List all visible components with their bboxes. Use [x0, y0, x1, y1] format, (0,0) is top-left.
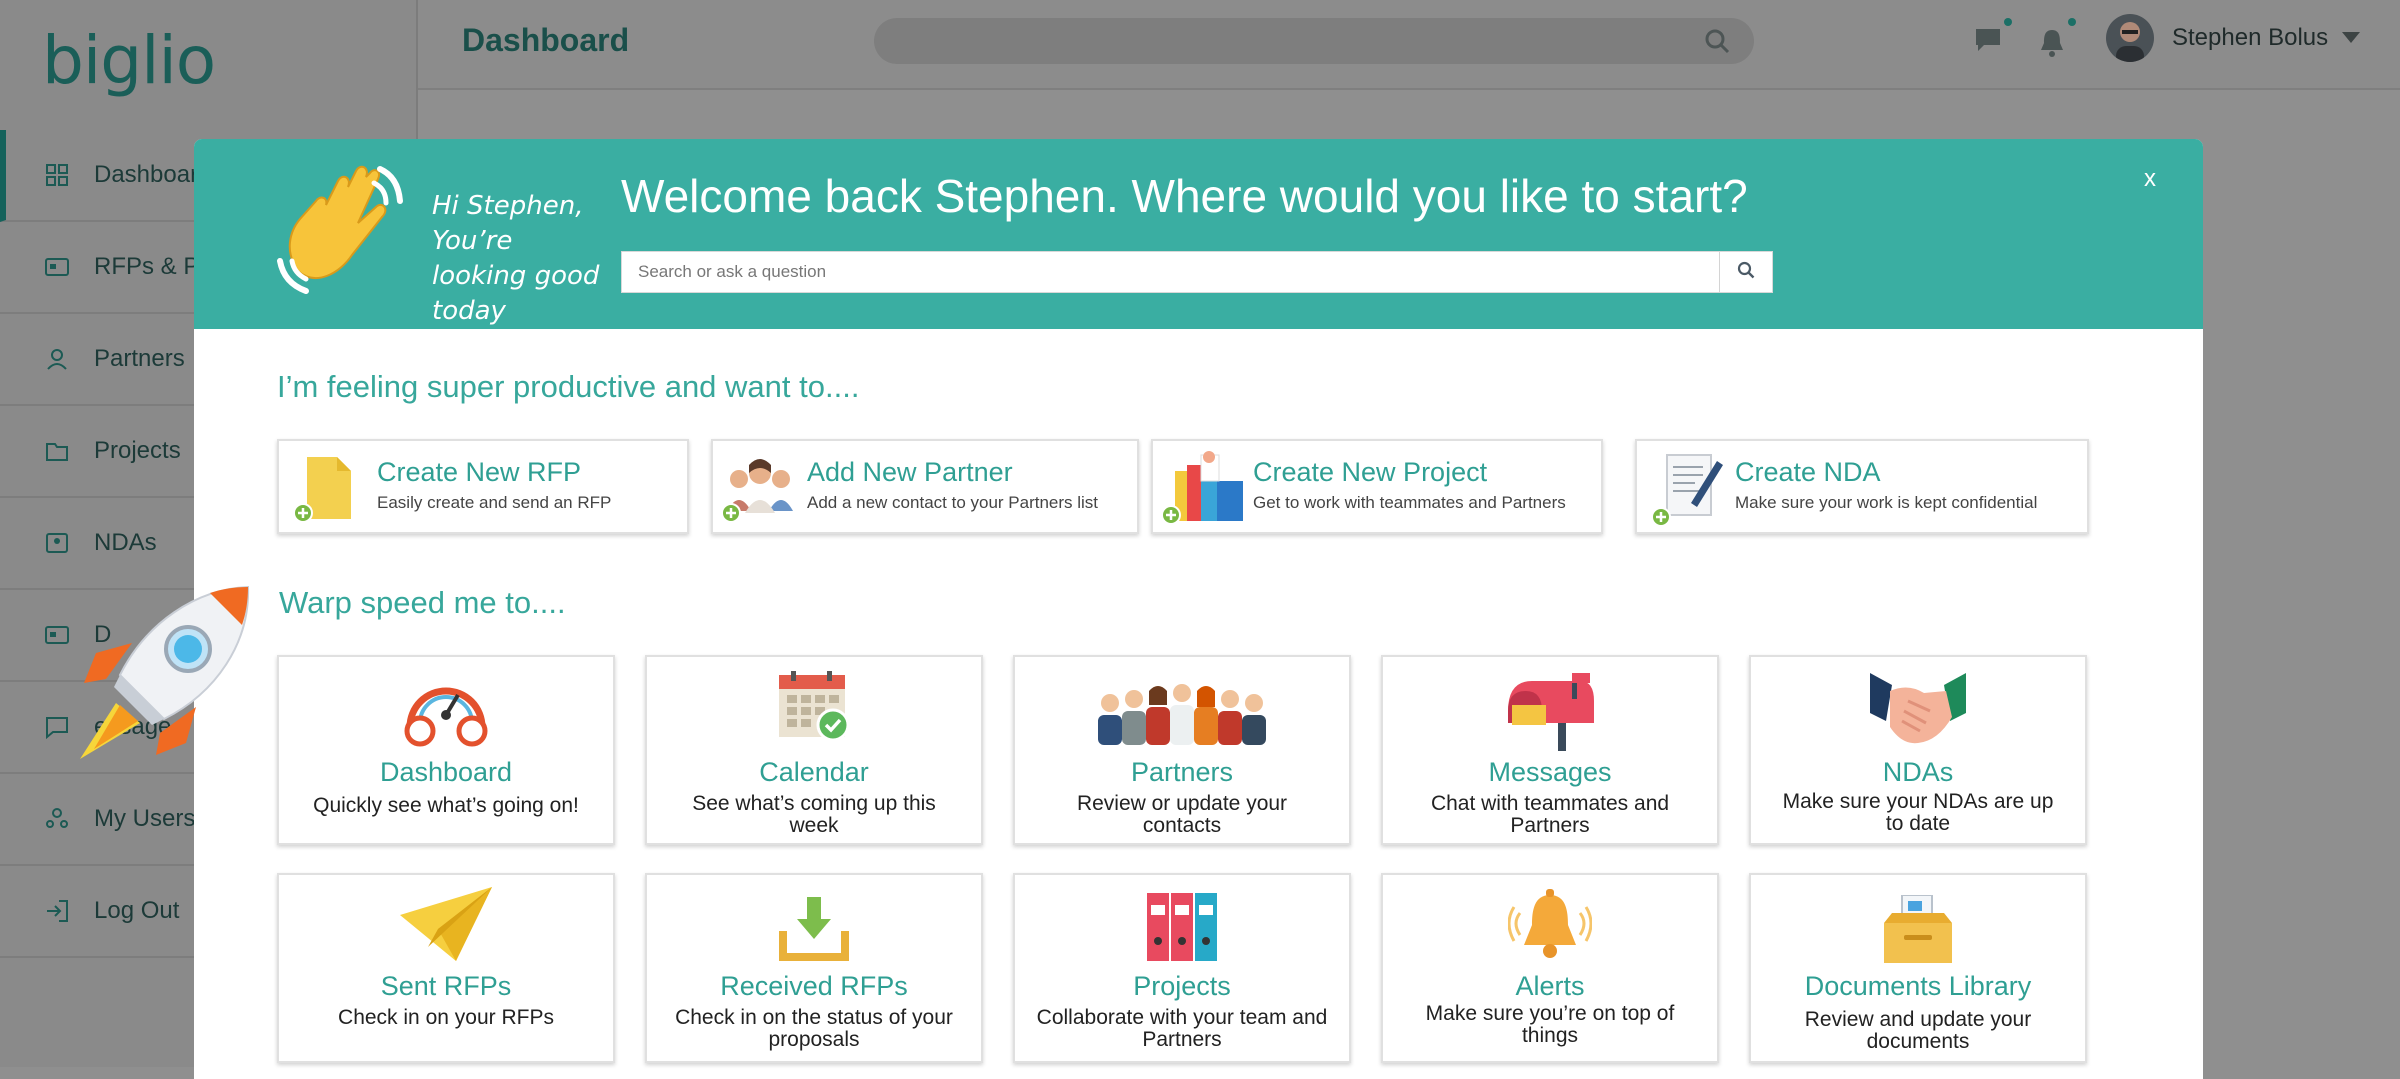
user-name[interactable]: Stephen Bolus	[2172, 24, 2328, 52]
card-title: Alerts	[1515, 971, 1585, 1001]
welcome-heading: Welcome back Stephen. Where would you li…	[621, 170, 1748, 222]
binders-icon	[1145, 891, 1219, 963]
card-desc: Check in on your RFPs	[338, 1006, 554, 1029]
sent-rfps-card[interactable]: Sent RFPs Check in on your RFPs	[277, 873, 615, 1063]
documents-library-card[interactable]: Documents Library Review and update your…	[1749, 873, 2087, 1063]
dashboard-card[interactable]: Dashboard Quickly see what’s going on!	[277, 655, 615, 845]
card-title: Dashboard	[379, 757, 513, 787]
projects-card[interactable]: Projects Collaborate with your team and …	[1013, 873, 1351, 1063]
create-nda-button[interactable]: Create NDA Make sure your work is kept c…	[1635, 439, 2089, 534]
people-group-icon	[1094, 679, 1270, 745]
quick-action-desc: Get to work with teammates and Partners	[1253, 493, 1566, 512]
chevron-down-icon[interactable]	[2342, 32, 2360, 43]
sidebar-item-label: Projects	[94, 437, 181, 464]
create-rfp-button[interactable]: Create New RFP Easily create and send an…	[277, 439, 689, 534]
card-title: Calendar	[759, 757, 869, 787]
bell-icon	[1507, 889, 1593, 965]
close-button[interactable]: x	[2144, 165, 2156, 193]
sidebar-item-label: Log Out	[94, 897, 180, 924]
search-input[interactable]	[622, 252, 1719, 292]
global-search-bar[interactable]	[874, 18, 1754, 64]
create-project-button[interactable]: Create New Project Get to work with team…	[1151, 439, 1603, 534]
document-box-icon	[1880, 894, 1956, 965]
documents-icon	[44, 622, 70, 648]
welcome-modal: Hi Stephen, You’re looking good today We…	[194, 139, 2203, 1079]
new-document-icon	[293, 451, 363, 523]
search-button[interactable]	[1719, 252, 1772, 292]
card-desc: Collaborate with your team and Partners	[1036, 1006, 1328, 1051]
card-title: Partners	[1130, 757, 1234, 787]
users-icon	[44, 806, 70, 832]
card-title: Messages	[1488, 757, 1612, 787]
card-desc: Make sure your NDAs are up to date	[1782, 790, 2054, 835]
quick-action-title: Add New Partner	[807, 457, 1013, 487]
card-title: Projects	[1133, 971, 1231, 1001]
alerts-card[interactable]: Alerts Make sure you’re on top of things	[1381, 873, 1719, 1063]
sidebar-item-label: My Users	[94, 805, 196, 832]
partners-card[interactable]: Partners Review or update your contacts	[1013, 655, 1351, 845]
search-icon	[1737, 261, 1755, 284]
quick-action-title: Create New Project	[1253, 457, 1488, 487]
quick-action-desc: Easily create and send an RFP	[377, 493, 612, 512]
page-title: Dashboard	[462, 22, 630, 58]
warp-heading: Warp speed me to....	[279, 585, 566, 620]
card-title: Documents Library	[1804, 971, 2032, 1001]
sidebar-item-label: Partners	[94, 345, 185, 372]
card-desc: Make sure you’re on top of things	[1425, 1002, 1675, 1047]
card-desc: Chat with teammates and Partners	[1430, 792, 1670, 837]
card-title: Received RFPs	[720, 971, 908, 1001]
calendar-card[interactable]: Calendar See what’s coming up this week	[645, 655, 983, 845]
app-logo[interactable]: biglio	[42, 22, 216, 99]
add-partner-icon	[721, 451, 793, 523]
card-desc: Review and update your documents	[1804, 1008, 2032, 1053]
sidebar-item-label: NDAs	[94, 529, 157, 556]
new-project-icon	[1161, 451, 1243, 525]
chat-unread-dot	[2004, 18, 2012, 26]
search-icon[interactable]	[1704, 28, 1730, 59]
gauge-icon	[398, 665, 494, 749]
person-icon	[44, 346, 70, 372]
folder-icon	[44, 438, 70, 464]
nda-icon	[44, 530, 70, 556]
quick-action-title: Create New RFP	[377, 457, 582, 487]
quick-action-title: Create NDA	[1735, 457, 1881, 487]
card-title: NDAs	[1882, 757, 1954, 787]
received-rfps-card[interactable]: Received RFPs Check in on the status of …	[645, 873, 983, 1063]
grid-icon	[44, 162, 70, 188]
messages-card[interactable]: Messages Chat with teammates and Partner…	[1381, 655, 1719, 845]
logout-icon	[44, 898, 70, 924]
card-title: Sent RFPs	[380, 971, 512, 1001]
add-partner-button[interactable]: Add New Partner Add a new contact to you…	[711, 439, 1139, 534]
mailbox-icon	[1502, 671, 1598, 751]
bell-unread-dot	[2068, 18, 2076, 26]
card-desc: Quickly see what’s going on!	[313, 794, 579, 817]
card-desc: Review or update your contacts	[1076, 792, 1288, 837]
rfp-card-icon	[44, 254, 70, 280]
quick-action-desc: Make sure your work is kept confidential	[1735, 493, 2038, 512]
chat-icon	[44, 714, 70, 740]
new-nda-icon	[1651, 451, 1723, 527]
modal-search-bar	[621, 251, 1773, 293]
card-desc: Check in on the status of your proposals	[675, 1006, 953, 1051]
ndas-card[interactable]: NDAs Make sure your NDAs are up to date	[1749, 655, 2087, 845]
productive-heading: I’m feeling super productive and want to…	[277, 369, 860, 404]
modal-header: Hi Stephen, You’re looking good today We…	[194, 139, 2203, 329]
handshake-icon	[1868, 671, 1968, 751]
calendar-icon	[777, 669, 851, 743]
download-tray-icon	[779, 893, 849, 963]
bell-notification-icon[interactable]	[2038, 28, 2066, 63]
card-desc: See what’s coming up this week	[692, 792, 936, 837]
waving-hand-icon	[276, 161, 416, 306]
chat-notification-icon[interactable]	[1974, 26, 2004, 61]
top-bar: Dashboard Stephen Bolus	[418, 0, 2400, 90]
rocket-icon	[76, 583, 256, 768]
sidebar-item-label: RFPs & Pr	[94, 253, 208, 280]
greeting-text: Hi Stephen, You’re looking good today	[432, 191, 600, 326]
avatar[interactable]	[2106, 14, 2154, 62]
quick-action-desc: Add a new contact to your Partners list	[807, 493, 1099, 512]
paper-plane-icon	[398, 885, 494, 965]
